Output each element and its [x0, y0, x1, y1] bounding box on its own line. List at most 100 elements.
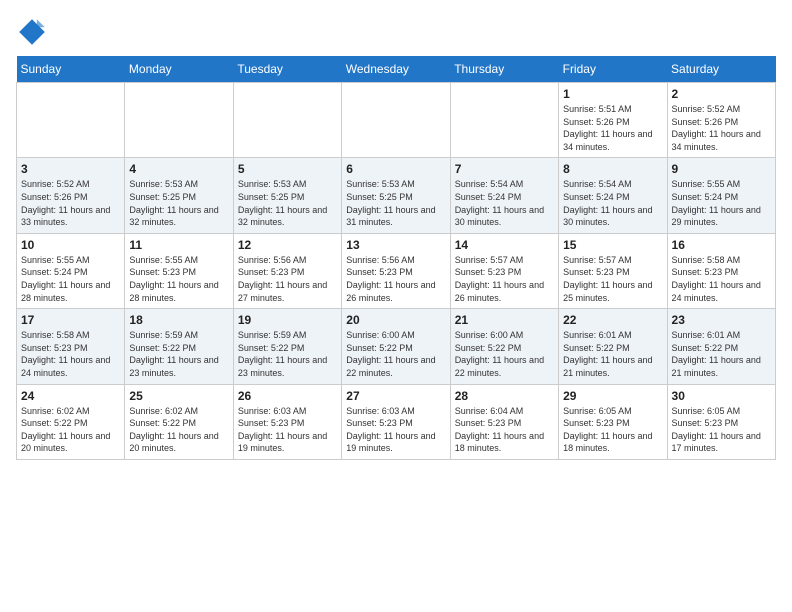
day-number: 26 — [238, 389, 337, 403]
day-number: 10 — [21, 238, 120, 252]
calendar-cell: 24 Sunrise: 6:02 AM Sunset: 5:22 PM Dayli… — [17, 384, 125, 459]
day-info: Sunrise: 5:52 AM Sunset: 5:26 PM Dayligh… — [21, 178, 120, 228]
calendar-cell: 17 Sunrise: 5:58 AM Sunset: 5:23 PM Dayli… — [17, 309, 125, 384]
calendar-cell: 18 Sunrise: 5:59 AM Sunset: 5:22 PM Dayli… — [125, 309, 233, 384]
calendar-cell: 30Sunrise: 6:05 AM Sunset: 5:23 PM Dayli… — [667, 384, 775, 459]
calendar-cell: 22Sunrise: 6:01 AM Sunset: 5:22 PM Dayli… — [559, 309, 667, 384]
calendar-cell: 21Sunrise: 6:00 AM Sunset: 5:22 PM Dayli… — [450, 309, 558, 384]
day-number: 23 — [672, 313, 771, 327]
day-number: 18 — [129, 313, 228, 327]
day-number: 12 — [238, 238, 337, 252]
day-info: Sunrise: 5:57 AM Sunset: 5:23 PM Dayligh… — [455, 254, 554, 304]
day-info: Sunrise: 5:56 AM Sunset: 5:23 PM Dayligh… — [238, 254, 337, 304]
day-number: 20 — [346, 313, 445, 327]
day-info: Sunrise: 5:53 AM Sunset: 5:25 PM Dayligh… — [238, 178, 337, 228]
day-number: 11 — [129, 238, 228, 252]
day-number: 14 — [455, 238, 554, 252]
calendar-week-row: 3Sunrise: 5:52 AM Sunset: 5:26 PM Daylig… — [17, 158, 776, 233]
logo-icon — [16, 16, 48, 48]
calendar-cell — [342, 83, 450, 158]
day-number: 8 — [563, 162, 662, 176]
day-info: Sunrise: 6:02 AM Sunset: 5:22 PM Dayligh… — [129, 405, 228, 455]
day-number: 1 — [563, 87, 662, 101]
day-number: 16 — [672, 238, 771, 252]
calendar-cell — [125, 83, 233, 158]
calendar-cell: 25 Sunrise: 6:02 AM Sunset: 5:22 PM Dayli… — [125, 384, 233, 459]
calendar-cell: 27Sunrise: 6:03 AM Sunset: 5:23 PM Dayli… — [342, 384, 450, 459]
day-number: 5 — [238, 162, 337, 176]
calendar-cell: 20 Sunrise: 6:00 AM Sunset: 5:22 PM Dayli… — [342, 309, 450, 384]
calendar-header-row: SundayMondayTuesdayWednesdayThursdayFrid… — [17, 56, 776, 83]
day-info: Sunrise: 5:58 AM Sunset: 5:23 PM Dayligh… — [21, 329, 120, 379]
calendar-cell: 16 Sunrise: 5:58 AM Sunset: 5:23 PM Dayli… — [667, 233, 775, 308]
calendar-cell: 7 Sunrise: 5:54 AM Sunset: 5:24 PM Daylig… — [450, 158, 558, 233]
day-info: Sunrise: 5:59 AM Sunset: 5:22 PM Dayligh… — [238, 329, 337, 379]
day-number: 2 — [672, 87, 771, 101]
calendar-cell: 26 Sunrise: 6:03 AM Sunset: 5:23 PM Dayli… — [233, 384, 341, 459]
calendar-cell: 8 Sunrise: 5:54 AM Sunset: 5:24 PM Daylig… — [559, 158, 667, 233]
page-header — [16, 16, 776, 48]
calendar-cell: 4Sunrise: 5:53 AM Sunset: 5:25 PM Daylig… — [125, 158, 233, 233]
calendar-week-row: 24 Sunrise: 6:02 AM Sunset: 5:22 PM Dayli… — [17, 384, 776, 459]
calendar-cell: 2 Sunrise: 5:52 AM Sunset: 5:26 PM Daylig… — [667, 83, 775, 158]
calendar-cell: 9 Sunrise: 5:55 AM Sunset: 5:24 PM Daylig… — [667, 158, 775, 233]
day-number: 25 — [129, 389, 228, 403]
day-number: 9 — [672, 162, 771, 176]
day-info: Sunrise: 5:54 AM Sunset: 5:24 PM Dayligh… — [563, 178, 662, 228]
calendar-week-row: 1 Sunrise: 5:51 AM Sunset: 5:26 PM Daylig… — [17, 83, 776, 158]
calendar-cell: 19 Sunrise: 5:59 AM Sunset: 5:22 PM Dayli… — [233, 309, 341, 384]
day-number: 4 — [129, 162, 228, 176]
calendar-cell: 14 Sunrise: 5:57 AM Sunset: 5:23 PM Dayli… — [450, 233, 558, 308]
day-info: Sunrise: 5:55 AM Sunset: 5:24 PM Dayligh… — [21, 254, 120, 304]
day-info: Sunrise: 6:03 AM Sunset: 5:23 PM Dayligh… — [238, 405, 337, 455]
day-info: Sunrise: 5:58 AM Sunset: 5:23 PM Dayligh… — [672, 254, 771, 304]
day-info: Sunrise: 5:55 AM Sunset: 5:24 PM Dayligh… — [672, 178, 771, 228]
day-number: 27 — [346, 389, 445, 403]
calendar-cell: 6Sunrise: 5:53 AM Sunset: 5:25 PM Daylig… — [342, 158, 450, 233]
day-info: Sunrise: 6:01 AM Sunset: 5:22 PM Dayligh… — [672, 329, 771, 379]
logo — [16, 16, 52, 48]
weekday-header: Saturday — [667, 56, 775, 83]
calendar-cell — [450, 83, 558, 158]
day-info: Sunrise: 6:01 AM Sunset: 5:22 PM Dayligh… — [563, 329, 662, 379]
weekday-header: Wednesday — [342, 56, 450, 83]
day-info: Sunrise: 5:59 AM Sunset: 5:22 PM Dayligh… — [129, 329, 228, 379]
calendar-cell: 12 Sunrise: 5:56 AM Sunset: 5:23 PM Dayli… — [233, 233, 341, 308]
day-info: Sunrise: 6:05 AM Sunset: 5:23 PM Dayligh… — [563, 405, 662, 455]
calendar-cell: 29 Sunrise: 6:05 AM Sunset: 5:23 PM Dayli… — [559, 384, 667, 459]
day-number: 15 — [563, 238, 662, 252]
weekday-header: Tuesday — [233, 56, 341, 83]
day-info: Sunrise: 6:00 AM Sunset: 5:22 PM Dayligh… — [346, 329, 445, 379]
calendar-cell — [233, 83, 341, 158]
day-info: Sunrise: 6:02 AM Sunset: 5:22 PM Dayligh… — [21, 405, 120, 455]
weekday-header: Monday — [125, 56, 233, 83]
calendar-cell: 5 Sunrise: 5:53 AM Sunset: 5:25 PM Daylig… — [233, 158, 341, 233]
calendar-cell: 3Sunrise: 5:52 AM Sunset: 5:26 PM Daylig… — [17, 158, 125, 233]
day-number: 30 — [672, 389, 771, 403]
day-info: Sunrise: 6:04 AM Sunset: 5:23 PM Dayligh… — [455, 405, 554, 455]
weekday-header: Thursday — [450, 56, 558, 83]
calendar-cell: 28 Sunrise: 6:04 AM Sunset: 5:23 PM Dayli… — [450, 384, 558, 459]
day-info: Sunrise: 5:51 AM Sunset: 5:26 PM Dayligh… — [563, 103, 662, 153]
calendar-week-row: 17 Sunrise: 5:58 AM Sunset: 5:23 PM Dayli… — [17, 309, 776, 384]
day-number: 29 — [563, 389, 662, 403]
day-info: Sunrise: 5:57 AM Sunset: 5:23 PM Dayligh… — [563, 254, 662, 304]
day-number: 7 — [455, 162, 554, 176]
calendar-cell: 1 Sunrise: 5:51 AM Sunset: 5:26 PM Daylig… — [559, 83, 667, 158]
calendar-cell: 11Sunrise: 5:55 AM Sunset: 5:23 PM Dayli… — [125, 233, 233, 308]
day-info: Sunrise: 5:54 AM Sunset: 5:24 PM Dayligh… — [455, 178, 554, 228]
calendar-week-row: 10 Sunrise: 5:55 AM Sunset: 5:24 PM Dayli… — [17, 233, 776, 308]
day-number: 19 — [238, 313, 337, 327]
calendar-table: SundayMondayTuesdayWednesdayThursdayFrid… — [16, 56, 776, 460]
calendar-cell — [17, 83, 125, 158]
calendar-cell: 23 Sunrise: 6:01 AM Sunset: 5:22 PM Dayli… — [667, 309, 775, 384]
calendar-cell: 13 Sunrise: 5:56 AM Sunset: 5:23 PM Dayli… — [342, 233, 450, 308]
day-number: 24 — [21, 389, 120, 403]
calendar-cell: 15 Sunrise: 5:57 AM Sunset: 5:23 PM Dayli… — [559, 233, 667, 308]
day-number: 6 — [346, 162, 445, 176]
day-number: 13 — [346, 238, 445, 252]
day-number: 17 — [21, 313, 120, 327]
day-info: Sunrise: 5:56 AM Sunset: 5:23 PM Dayligh… — [346, 254, 445, 304]
day-info: Sunrise: 5:52 AM Sunset: 5:26 PM Dayligh… — [672, 103, 771, 153]
day-number: 28 — [455, 389, 554, 403]
